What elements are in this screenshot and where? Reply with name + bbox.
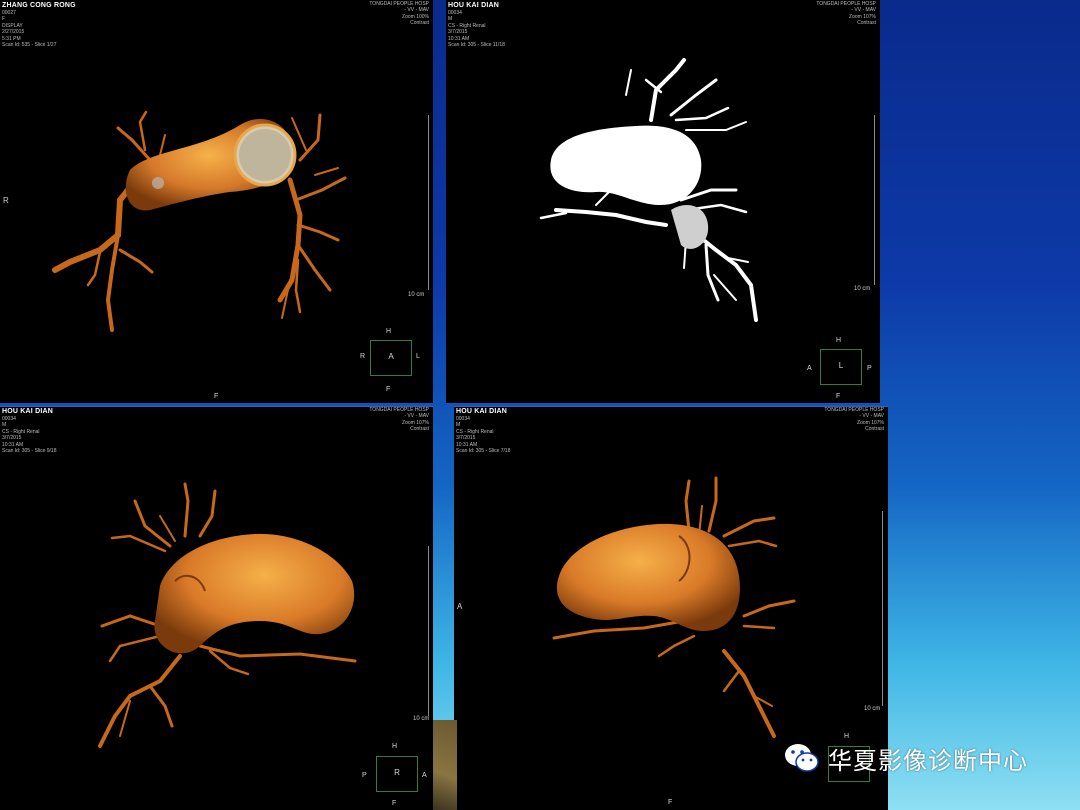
orientation-cube[interactable]: A	[370, 340, 412, 376]
scale-ruler	[428, 115, 431, 290]
scale-label: 10 cm	[408, 292, 425, 298]
scale-label: 10 cm	[854, 286, 871, 292]
orient-right: P	[867, 365, 872, 372]
orient-top: H	[386, 328, 392, 335]
hospital-info: TONGDAI PEOPLE HOSP - VV - MAV Zoom 100%…	[369, 1, 429, 27]
study-info: HOU KAI DIAN 00034 M CS - Right Renal 3/…	[456, 407, 510, 454]
watermark: 华夏影像诊断中心	[782, 738, 1028, 778]
orient-top: H	[836, 337, 842, 344]
study-info: ZHANG CONG RONG 00027 F DISPLAY 2/27/201…	[2, 1, 76, 48]
patient-name: HOU KAI DIAN	[2, 408, 54, 415]
vr-render-vessel-1	[52, 110, 347, 332]
orient-top: H	[392, 743, 398, 750]
orient-bottom: F	[386, 386, 391, 393]
scale-label: 10 cm	[864, 706, 881, 712]
contrast-label: Contrast	[410, 426, 429, 433]
patient-name: HOU KAI DIAN	[456, 408, 508, 415]
wechat-icon	[785, 744, 819, 772]
bottom-marker: F	[668, 799, 673, 806]
contrast-label: Contrast	[857, 20, 876, 27]
orientation-cube[interactable]: L	[820, 349, 862, 385]
scan-slice: Scan Id: 535 - Slice 1/27	[2, 42, 57, 49]
scale-ruler	[882, 511, 885, 706]
orient-bottom: F	[836, 393, 841, 400]
scale-ruler	[428, 546, 431, 716]
bottom-marker: F	[214, 393, 219, 400]
orientation-cube[interactable]: R	[376, 756, 418, 792]
orient-center: A	[388, 352, 394, 361]
mip-render-vessel	[539, 58, 758, 322]
side-marker: R	[3, 196, 9, 205]
hospital-info: TONGDAI PEOPLE HOSP - VV - MAV Zoom 107%…	[824, 407, 884, 433]
scan-slice: Scan Id: 305 - Slice 7/18	[456, 448, 511, 455]
viewport-top-right[interactable]: HOU KAI DIAN 00034 M CS - Right Renal 3/…	[446, 0, 880, 403]
contrast-label: Contrast	[865, 426, 884, 433]
study-info: HOU KAI DIAN 00034 M CS - Right Renal 3/…	[2, 407, 56, 454]
orient-left: P	[362, 772, 367, 779]
orient-center: R	[394, 768, 400, 777]
orient-bottom: F	[392, 800, 397, 807]
background-ground	[433, 720, 457, 810]
orient-left: R	[360, 353, 366, 360]
hospital-info: TONGDAI PEOPLE HOSP - VV - MAV Zoom 107%…	[816, 1, 876, 27]
hospital-info: TONGDAI PEOPLE HOSP - VV - MAV Zoom 107%…	[369, 407, 429, 433]
patient-name: HOU KAI DIAN	[448, 2, 500, 9]
orient-right: A	[422, 772, 427, 779]
watermark-text: 华夏影像诊断中心	[828, 746, 1028, 775]
orient-center: L	[838, 361, 844, 370]
vr-render-vessel-3	[98, 482, 357, 748]
orient-right: L	[416, 353, 420, 360]
orient-left: A	[807, 365, 812, 372]
scale-ruler	[874, 115, 877, 285]
viewport-top-left[interactable]: ZHANG CONG RONG 00027 F DISPLAY 2/27/201…	[0, 0, 433, 403]
viewport-bottom-left[interactable]: HOU KAI DIAN 00034 M CS - Right Renal 3/…	[0, 406, 433, 810]
contrast-label: Contrast	[410, 20, 429, 27]
side-marker: A	[457, 602, 463, 611]
study-info: HOU KAI DIAN 00034 M CS - Right Renal 3/…	[448, 1, 505, 48]
scan-slice: Scan Id: 305 - Slice 9/18	[2, 448, 57, 455]
scan-slice: Scan Id: 305 - Slice 11/18	[448, 42, 505, 49]
scale-label: 10 cm	[413, 716, 430, 722]
patient-name: ZHANG CONG RONG	[2, 2, 76, 9]
